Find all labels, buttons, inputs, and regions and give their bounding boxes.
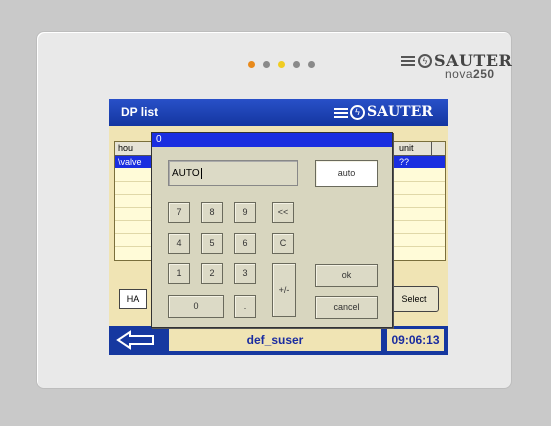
key-5-button[interactable]: 5 [201,233,223,254]
ha-button[interactable]: HA [119,289,147,309]
screen-header: DP list ϟ SAUTER [109,99,448,126]
key-1-button[interactable]: 1 [168,263,190,284]
row-first-cell: \valve [115,156,142,168]
backspace-button[interactable]: << [272,202,294,223]
left-arrow-icon [115,329,157,351]
device-brand-logo: ϟ SAUTER nova250 [401,50,491,84]
text-cursor [201,168,202,179]
screen-footer: def_suser 09:06:13 [109,326,448,355]
auto-button[interactable]: auto [315,160,378,187]
screen-brand-logo: ϟ SAUTER [334,103,444,123]
column-header-unit[interactable]: unit [396,142,432,155]
cancel-button[interactable]: cancel [315,296,378,319]
sauter-emblem-icon: ϟ [418,54,432,68]
status-led-1 [248,61,255,68]
back-button[interactable] [115,329,157,351]
key-0-button[interactable]: 0 [168,295,224,318]
device-model-number: 250 [473,67,495,81]
status-led-5 [308,61,315,68]
key-3-button[interactable]: 3 [234,263,256,284]
key-9-button[interactable]: 9 [234,202,256,223]
screen-brand-name: SAUTER [367,104,433,120]
row-unit-cell: ?? [396,156,409,168]
key-7-button[interactable]: 7 [168,202,190,223]
key-6-button[interactable]: 6 [234,233,256,254]
device-model: nova250 [445,67,495,81]
status-led-4 [293,61,300,68]
key-2-button[interactable]: 2 [201,263,223,284]
ok-button[interactable]: ok [315,264,378,287]
select-button[interactable]: Select [389,286,439,312]
key-4-button[interactable]: 4 [168,233,190,254]
sauter-logo-icon [334,108,348,120]
value-input[interactable]: AUTO [168,160,298,186]
plus-minus-button[interactable]: +/- [272,263,296,317]
clock: 09:06:13 [387,329,444,351]
status-led-2 [263,61,270,68]
clear-button[interactable]: C [272,233,294,254]
key-8-button[interactable]: 8 [201,202,223,223]
numeric-input-dialog: 0 AUTO auto 7 8 9 << 4 5 6 C 1 2 3 +/- 0… [151,132,393,328]
column-header-extra [432,142,445,155]
device-model-prefix: nova [445,67,473,81]
status-led-3 [278,61,285,68]
page-title: DP list [121,105,158,119]
user-name: def_suser [169,329,381,351]
sauter-emblem-icon: ϟ [350,105,365,120]
sauter-logo-icon [401,56,415,68]
value-input-text: AUTO [172,168,200,179]
decimal-point-button[interactable]: . [234,295,256,318]
dialog-title: 0 [152,133,392,147]
